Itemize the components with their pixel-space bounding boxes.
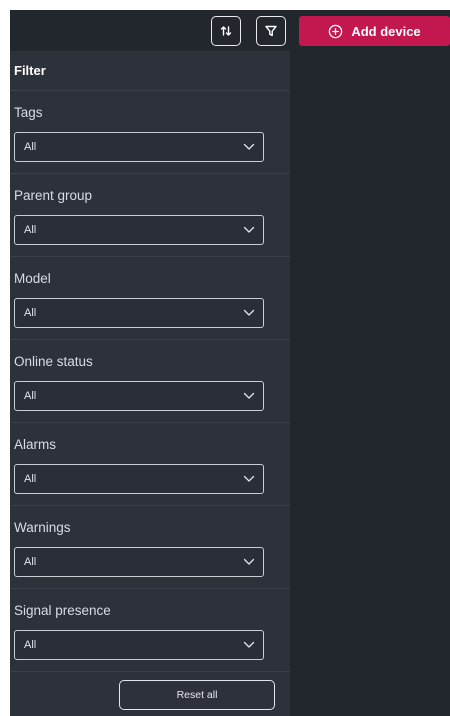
warnings-select[interactable]: All <box>14 547 264 577</box>
filter-section-warnings: Warnings All <box>10 506 290 589</box>
signal-presence-select-value: All <box>24 639 37 651</box>
filter-section-parent-group: Parent group All <box>10 174 290 257</box>
reset-all-button[interactable]: Reset all <box>119 680 275 710</box>
model-label: Model <box>14 271 51 286</box>
funnel-icon <box>265 25 277 37</box>
chevron-down-icon <box>243 143 255 150</box>
online-status-select[interactable]: All <box>14 381 264 411</box>
sort-button[interactable] <box>211 16 241 46</box>
chevron-down-icon <box>243 226 255 233</box>
parent-group-select-value: All <box>24 224 37 236</box>
tags-select[interactable]: All <box>14 132 264 162</box>
online-status-label: Online status <box>14 354 93 369</box>
filter-section-signal-presence: Signal presence All <box>10 589 290 672</box>
signal-presence-label: Signal presence <box>14 603 111 618</box>
filter-section-online-status: Online status All <box>10 340 290 423</box>
online-status-select-value: All <box>24 390 37 402</box>
signal-presence-select[interactable]: All <box>14 630 264 660</box>
filter-section-alarms: Alarms All <box>10 423 290 506</box>
warnings-label: Warnings <box>14 520 71 535</box>
model-select[interactable]: All <box>14 298 264 328</box>
parent-group-select[interactable]: All <box>14 215 264 245</box>
alarms-label: Alarms <box>14 437 57 452</box>
filter-panel: Filter Tags All Parent group All Model A… <box>10 51 290 716</box>
filter-section-tags: Tags All <box>10 91 290 174</box>
alarms-select[interactable]: All <box>14 464 264 494</box>
filter-section-model: Model All <box>10 257 290 340</box>
tags-label: Tags <box>14 105 43 120</box>
parent-group-label: Parent group <box>14 188 93 203</box>
filter-panel-title: Filter <box>10 51 290 91</box>
plus-circle-icon <box>329 24 343 38</box>
chevron-down-icon <box>243 392 255 399</box>
chevron-down-icon <box>243 309 255 316</box>
device-list-view: Add device Filter Tags All Parent group … <box>10 10 450 716</box>
alarms-select-value: All <box>24 473 37 485</box>
sort-arrows-icon <box>220 26 232 36</box>
reset-row: Reset all <box>10 672 290 716</box>
chevron-down-icon <box>243 558 255 565</box>
add-device-button[interactable]: Add device <box>299 16 450 46</box>
warnings-select-value: All <box>24 556 37 568</box>
tags-select-value: All <box>24 141 37 153</box>
chevron-down-icon <box>243 641 255 648</box>
add-device-label: Add device <box>351 23 421 39</box>
filter-toggle-button[interactable] <box>256 16 286 46</box>
chevron-down-icon <box>243 475 255 482</box>
model-select-value: All <box>24 307 37 319</box>
